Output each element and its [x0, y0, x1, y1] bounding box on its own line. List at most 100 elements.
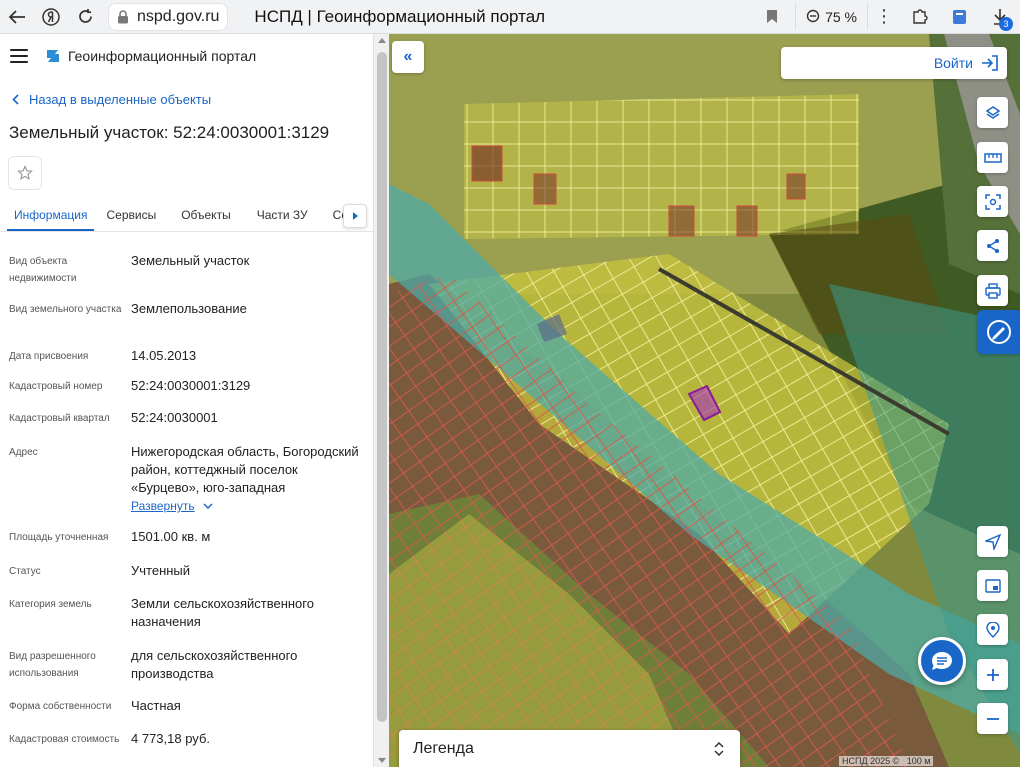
field-land-category: Категория земель Земли сельскохозяйствен… [9, 595, 364, 631]
field-label: Статус [9, 566, 41, 577]
field-address: Адрес Нижегородская область, Богородский… [9, 443, 364, 515]
object-info-panel: Геоинформационный портал Назад в выделен… [0, 34, 373, 767]
zoom-icon [806, 9, 820, 23]
field-label: Категория земель [9, 599, 92, 610]
browser-toolbar: nspd.gov.ru НСПД | Геоинформационный пор… [0, 0, 1020, 34]
field-label: Кадастровый квартал [9, 413, 110, 424]
field-label: Кадастровая стоимость [9, 734, 120, 745]
field-cadastral-quarter: Кадастровый квартал 52:24:0030001 [9, 409, 364, 427]
more-menu-icon[interactable]: ⋮ [868, 6, 900, 27]
chevron-down-icon [203, 503, 213, 509]
url-text: nspd.gov.ru [137, 7, 220, 25]
menu-icon[interactable] [10, 49, 28, 63]
zoom-indicator[interactable]: 75 % [795, 3, 868, 30]
minimap-button[interactable] [977, 570, 1008, 601]
scrollbar-thumb[interactable] [377, 52, 387, 722]
tab-services[interactable]: Сервисы [106, 202, 156, 231]
yandex-logo-icon[interactable] [34, 0, 68, 34]
bookmark-icon[interactable] [757, 9, 787, 24]
tab-info[interactable]: Информация [7, 202, 95, 231]
chat-icon [932, 652, 952, 670]
extension-puzzle-icon[interactable] [900, 0, 940, 34]
lock-icon [118, 9, 128, 23]
caret-right-icon [353, 212, 358, 220]
minus-icon [986, 717, 999, 720]
reload-icon[interactable] [68, 0, 102, 34]
tab-parts[interactable]: Части ЗУ [257, 202, 308, 231]
field-area: Площадь уточненная 1501.00 кв. м [9, 528, 364, 546]
field-label: Вид объекта недвижимости [9, 256, 77, 284]
favorite-star-button[interactable] [8, 156, 42, 190]
drawing-tool-icon [987, 320, 1011, 344]
plus-icon [986, 668, 999, 681]
downloads-icon[interactable]: 3 [980, 0, 1020, 34]
extension-icon[interactable] [940, 0, 980, 34]
zoom-in-button[interactable] [977, 659, 1008, 690]
scroll-down-icon[interactable] [378, 758, 386, 763]
field-status: Статус Учтенный [9, 562, 364, 580]
downloads-badge: 3 [999, 16, 1013, 31]
expand-label: Развернуть [131, 499, 195, 513]
field-value: 4 773,18 руб. [131, 731, 211, 746]
field-address-value: Нижегородская область, Богородский район… [131, 443, 364, 515]
print-icon [984, 282, 1001, 299]
page-title: НСПД | Геоинформационный портал [254, 6, 546, 26]
map-attribution: НСПД 2025 © 100 м [839, 756, 934, 766]
login-icon [982, 55, 998, 71]
sort-updown-icon [714, 741, 724, 756]
chevron-left-icon [12, 94, 19, 105]
back-arrow-icon[interactable] [0, 0, 34, 34]
location-pin-icon [985, 621, 1000, 638]
field-value: Учтенный [131, 563, 191, 578]
drawing-tool-button[interactable] [977, 310, 1020, 354]
field-value: Землепользование [131, 301, 247, 316]
field-value: Частная [131, 698, 181, 713]
tabs-scroll-right-button[interactable] [343, 204, 367, 228]
field-parcel-type: Вид земельного участка Землепользование [9, 300, 364, 318]
location-pin-button[interactable] [977, 614, 1008, 645]
field-value: 14.05.2013 [131, 348, 197, 363]
address-text: Нижегородская область, Богородский район… [131, 444, 359, 495]
map-view[interactable]: « Войти Легенда НСПД 2025 © 100 м [389, 34, 1020, 767]
layers-button[interactable] [977, 97, 1008, 128]
info-tabs: Информация Сервисы Объекты Части ЗУ Сост [0, 202, 373, 232]
measure-button[interactable] [977, 142, 1008, 173]
collapse-panel-button[interactable]: « [392, 41, 424, 73]
zoom-level: 75 % [825, 8, 857, 25]
field-value: Земли сельскохозяйственного назначения [131, 596, 314, 629]
select-area-icon [984, 193, 1001, 210]
field-value: 52:24:0030001 [131, 410, 218, 425]
share-button[interactable] [977, 230, 1008, 261]
address-bar[interactable]: nspd.gov.ru [108, 2, 229, 31]
login-button[interactable]: Войти [781, 47, 1007, 79]
legend-label: Легенда [413, 739, 474, 757]
scale-label: 100 м [906, 756, 931, 766]
expand-address-button[interactable]: Развернуть [131, 497, 213, 515]
layers-icon [985, 105, 1000, 119]
locate-button[interactable] [977, 526, 1008, 557]
print-button[interactable] [977, 275, 1008, 306]
attribution-text: НСПД 2025 © [842, 756, 900, 766]
scroll-up-icon[interactable] [378, 38, 386, 43]
field-cadastral-number: Кадастровый номер 52:24:0030001:3129 [9, 377, 364, 395]
zoom-out-button[interactable] [977, 703, 1008, 734]
tab-objects[interactable]: Объекты [181, 202, 231, 231]
field-value: для сельскохозяйственного производства [131, 648, 298, 681]
login-label: Войти [933, 55, 973, 71]
legend-dropdown[interactable]: Легенда [399, 730, 740, 767]
back-to-selection-link[interactable]: Назад в выделенные объекты [12, 92, 211, 107]
back-link-label: Назад в выделенные объекты [29, 92, 212, 107]
app-header: Геоинформационный портал [0, 34, 373, 78]
object-title: Земельный участок: 52:24:0030001:3129 [9, 123, 330, 142]
field-label: Дата присвоения [9, 351, 89, 362]
panel-scrollbar[interactable] [373, 34, 389, 767]
field-object-type: Вид объекта недвижимости Земельный участ… [9, 252, 364, 287]
select-area-button[interactable] [977, 186, 1008, 217]
minimap-icon [984, 578, 1001, 593]
field-assigned-date: Дата присвоения 14.05.2013 [9, 347, 364, 365]
app-title: Геоинформационный портал [68, 48, 257, 64]
field-cadastral-value: Кадастровая стоимость 4 773,18 руб. [9, 730, 364, 748]
field-value: 52:24:0030001:3129 [131, 378, 251, 393]
chat-button[interactable] [918, 637, 966, 685]
field-label: Площадь уточненная [9, 532, 109, 543]
